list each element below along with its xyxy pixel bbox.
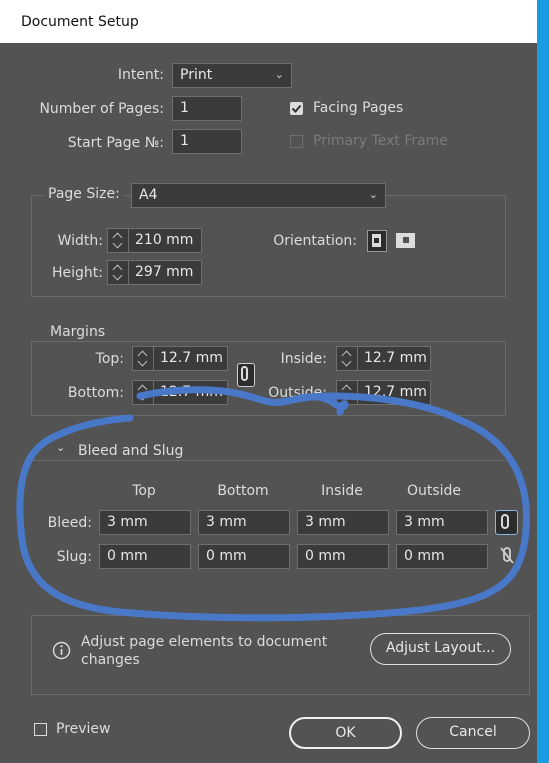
- margin-bottom-label: Bottom:: [67, 385, 124, 401]
- bleed-inside-input[interactable]: 3 mm: [297, 510, 389, 535]
- bleed-header-bottom: Bottom: [217, 483, 269, 499]
- checkmark-icon: [291, 104, 302, 113]
- slug-top-input[interactable]: 0 mm: [99, 544, 191, 569]
- link-bleed-icon[interactable]: [495, 510, 518, 535]
- page-size-label: Page Size:: [44, 186, 124, 202]
- height-input[interactable]: 297 mm: [107, 260, 202, 285]
- bleed-bottom-input[interactable]: 3 mm: [198, 510, 290, 535]
- preview-label: Preview: [56, 721, 111, 737]
- orientation-label: Orientation:: [273, 233, 357, 249]
- page-size-value: A4: [139, 187, 158, 203]
- bleed-top-input[interactable]: 3 mm: [99, 510, 191, 535]
- page-size-dropdown[interactable]: A4 ⌄: [131, 183, 386, 208]
- margin-inside-label: Inside:: [280, 351, 327, 367]
- primary-text-frame-checkbox[interactable]: [290, 135, 303, 148]
- pages-label: Number of Pages:: [39, 101, 164, 117]
- info-text-line2: changes: [81, 652, 140, 668]
- margin-bottom-input[interactable]: 12.7 mm: [132, 380, 228, 405]
- primary-text-frame-label: Primary Text Frame: [313, 133, 448, 149]
- bleed-header-top: Top: [132, 483, 156, 499]
- title-bar: Document Setup: [0, 0, 537, 43]
- start-page-input[interactable]: 1: [172, 129, 242, 154]
- number-of-pages-input[interactable]: 1: [172, 96, 242, 121]
- link-margins-icon[interactable]: [237, 363, 255, 387]
- cancel-button[interactable]: Cancel: [416, 717, 530, 749]
- bleed-label: Bleed:: [47, 515, 92, 531]
- stepper-arrows-icon[interactable]: [133, 347, 154, 370]
- chevron-down-icon[interactable]: ⌄: [54, 441, 68, 454]
- margin-top-input[interactable]: 12.7 mm: [132, 346, 228, 371]
- facing-pages-checkbox[interactable]: [290, 102, 303, 115]
- margins-title: Margins: [46, 324, 110, 340]
- slug-label: Slug:: [56, 549, 92, 565]
- preview-checkbox[interactable]: [34, 723, 47, 736]
- height-value: 297 mm: [135, 264, 194, 280]
- bleed-header-inside: Inside: [321, 483, 363, 499]
- info-icon: [52, 641, 71, 660]
- margin-inside-value: 12.7 mm: [364, 350, 427, 366]
- intent-label: Intent:: [117, 67, 164, 83]
- bleed-slug-title[interactable]: Bleed and Slug: [74, 443, 188, 459]
- portrait-orientation-icon[interactable]: [367, 230, 387, 252]
- adjust-layout-button[interactable]: Adjust Layout...: [370, 633, 511, 665]
- chevron-down-icon: ⌄: [274, 68, 284, 81]
- bleed-outside-input[interactable]: 3 mm: [396, 510, 488, 535]
- intent-dropdown[interactable]: Print ⌄: [172, 63, 292, 88]
- slug-outside-input[interactable]: 0 mm: [396, 544, 488, 569]
- chevron-down-icon: ⌄: [368, 188, 378, 201]
- start-page-label: Start Page №:: [67, 135, 164, 151]
- margin-bottom-value: 12.7 mm: [160, 384, 223, 400]
- stepper-arrows-icon[interactable]: [108, 261, 129, 284]
- stepper-arrows-icon[interactable]: [337, 347, 358, 370]
- margin-outside-label: Outside:: [268, 385, 327, 401]
- document-setup-dialog: Document Setup Intent: Print ⌄ Number of…: [0, 0, 537, 763]
- stepper-arrows-icon[interactable]: [133, 381, 154, 404]
- window-title: Document Setup: [21, 14, 139, 30]
- margin-top-label: Top:: [95, 351, 124, 367]
- width-label: Width:: [57, 233, 103, 249]
- landscape-orientation-icon[interactable]: [396, 233, 415, 248]
- margin-outside-value: 12.7 mm: [364, 384, 427, 400]
- margin-outside-input[interactable]: 12.7 mm: [336, 380, 431, 405]
- bleed-header-outside: Outside: [406, 483, 462, 499]
- slug-bottom-input[interactable]: 0 mm: [198, 544, 290, 569]
- height-label: Height:: [52, 265, 103, 281]
- margin-top-value: 12.7 mm: [160, 350, 223, 366]
- slug-inside-input[interactable]: 0 mm: [297, 544, 389, 569]
- info-text-line1: Adjust page elements to document: [81, 634, 328, 650]
- intent-value: Print: [180, 67, 213, 83]
- facing-pages-label: Facing Pages: [313, 100, 404, 116]
- stepper-arrows-icon[interactable]: [337, 381, 358, 404]
- width-value: 210 mm: [135, 232, 194, 248]
- margin-inside-input[interactable]: 12.7 mm: [336, 346, 431, 371]
- ok-button[interactable]: OK: [289, 717, 402, 749]
- bleed-slug-divider: [31, 460, 506, 461]
- width-input[interactable]: 210 mm: [107, 228, 202, 253]
- stepper-arrows-icon[interactable]: [108, 229, 129, 252]
- unlink-slug-icon[interactable]: [498, 546, 516, 566]
